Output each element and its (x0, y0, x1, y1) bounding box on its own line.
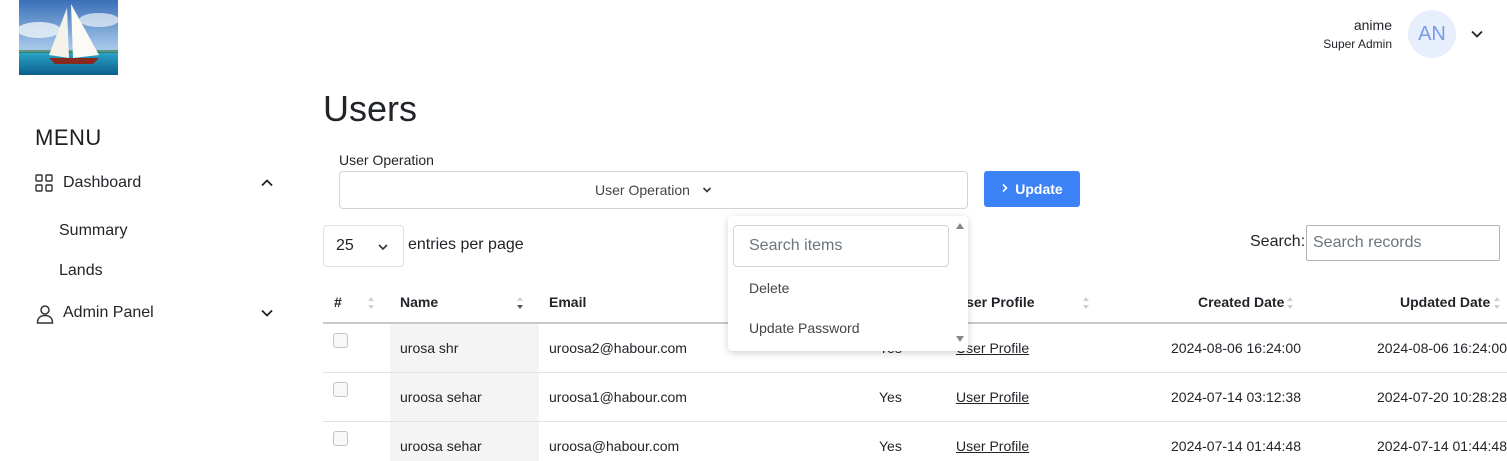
column-header-created-date[interactable]: Created Date (1198, 294, 1284, 310)
user-operation-dropdown: Delete Update Password (728, 216, 968, 351)
scroll-down-icon[interactable] (955, 335, 965, 343)
row-name: uroosa sehar (400, 389, 482, 405)
chevron-down-icon[interactable] (1470, 27, 1484, 46)
dropdown-option-update-password[interactable]: Update Password (749, 320, 860, 336)
entries-value: 25 (336, 237, 354, 254)
table-row: uroosa sehar uroosa1@habour.com Yes User… (323, 373, 1507, 422)
dropdown-option-delete[interactable]: Delete (749, 280, 789, 296)
user-operation-value: User Operation (595, 182, 690, 198)
grid-icon (35, 174, 53, 192)
user-info: anime Super Admin (1323, 17, 1392, 51)
row-user-profile-link[interactable]: User Profile (956, 389, 1029, 405)
search-input[interactable] (1306, 225, 1500, 261)
row-created-date: 2024-07-14 01:44:48 (1171, 438, 1301, 454)
sidebar-item-admin-panel[interactable]: Admin Panel (35, 304, 273, 324)
row-email: uroosa2@habour.com (549, 340, 687, 356)
user-icon (35, 304, 54, 324)
logo (19, 0, 118, 75)
row-status: Yes (879, 438, 902, 454)
sidebar-item-dashboard[interactable]: Dashboard (35, 174, 273, 192)
sidebar-item-summary[interactable]: Summary (59, 222, 127, 240)
chevron-down-icon (702, 182, 712, 198)
row-created-date: 2024-07-14 03:12:38 (1171, 389, 1301, 405)
sort-desc-icon[interactable] (516, 295, 524, 311)
chevron-up-icon[interactable] (260, 176, 274, 195)
chevron-right-icon (1001, 182, 1009, 196)
row-user-profile-link[interactable]: User Profile (956, 438, 1029, 454)
chevron-down-icon (377, 240, 389, 258)
sort-icon[interactable] (1082, 295, 1090, 311)
row-updated-date: 2024-07-14 01:44:48 (1377, 438, 1507, 454)
column-header-updated-date[interactable]: Updated Date (1400, 294, 1490, 310)
column-header-index[interactable]: # (334, 294, 342, 310)
row-checkbox[interactable] (333, 333, 348, 348)
menu-title: MENU (35, 125, 102, 150)
column-header-name[interactable]: Name (400, 294, 438, 310)
row-email: uroosa@habour.com (549, 438, 680, 454)
sort-icon[interactable] (1286, 295, 1294, 311)
row-updated-date: 2024-08-06 16:24:00 (1377, 340, 1507, 356)
row-name: uroosa sehar (400, 438, 482, 454)
sort-icon[interactable] (367, 295, 375, 311)
sidebar-item-label: Admin Panel (63, 304, 154, 321)
user-name: anime (1353, 17, 1392, 33)
table-row: uroosa sehar uroosa@habour.com Yes User … (323, 422, 1507, 461)
chevron-down-icon[interactable] (260, 306, 274, 325)
sidebar-item-label: Dashboard (63, 174, 142, 191)
sidebar-item-lands[interactable]: Lands (59, 262, 103, 280)
avatar[interactable]: AN (1408, 10, 1456, 58)
scroll-up-icon[interactable] (955, 222, 965, 230)
row-email: uroosa1@habour.com (549, 389, 687, 405)
row-status: Yes (879, 389, 902, 405)
column-header-email[interactable]: Email (549, 294, 586, 310)
row-updated-date: 2024-07-20 10:28:28 (1377, 389, 1507, 405)
row-checkbox[interactable] (333, 431, 348, 446)
entries-per-page-select[interactable]: 25 (323, 225, 404, 267)
page-title: Users (323, 88, 418, 129)
row-name: urosa shr (400, 340, 459, 356)
entries-per-page-label: entries per page (408, 236, 524, 253)
dropdown-search-input[interactable] (733, 225, 949, 267)
search-label: Search: (1250, 233, 1306, 250)
row-created-date: 2024-08-06 16:24:00 (1171, 340, 1301, 356)
update-button[interactable]: Update (984, 171, 1080, 207)
update-button-label: Update (1015, 181, 1063, 197)
row-checkbox[interactable] (333, 382, 348, 397)
user-operation-select[interactable]: User Operation (339, 171, 968, 209)
sort-icon[interactable] (1493, 295, 1501, 311)
user-role: Super Admin (1323, 37, 1392, 51)
user-operation-label: User Operation (339, 152, 434, 168)
